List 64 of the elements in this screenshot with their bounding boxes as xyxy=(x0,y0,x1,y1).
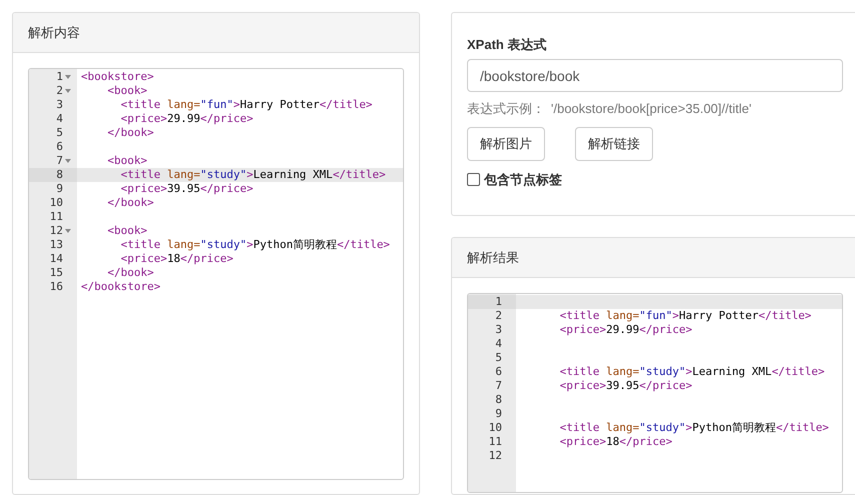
line-number: 4 xyxy=(56,112,63,126)
line-number: 7 xyxy=(495,379,502,393)
line-number: 1 xyxy=(56,70,63,84)
code-line: <title lang="fun">Harry Potter</title> xyxy=(120,98,372,111)
line-number: 6 xyxy=(56,140,63,154)
line-number: 15 xyxy=(50,266,63,280)
line-number: 4 xyxy=(495,337,502,351)
code-line: <price>39.95</price> xyxy=(558,379,692,392)
code-line: </bookstore> xyxy=(81,280,160,293)
checkbox[interactable] xyxy=(467,173,480,186)
hint-label: 表达式示例： xyxy=(467,100,545,117)
code-line: <price>39.95</price> xyxy=(120,182,254,195)
line-number: 13 xyxy=(50,238,63,252)
line-number: 5 xyxy=(495,351,502,365)
line-number: 8 xyxy=(56,168,63,182)
line-number: 11 xyxy=(488,435,502,449)
parse-button[interactable]: 解析链接 xyxy=(575,127,653,161)
fold-caret-icon[interactable] xyxy=(65,229,71,233)
code-editor[interactable] xyxy=(467,293,843,493)
code-line: <title lang="study">Python简明教程</title> xyxy=(558,421,829,434)
line-number: 3 xyxy=(56,98,63,112)
code-line: <price>18</price> xyxy=(120,252,234,265)
line-number: 9 xyxy=(495,407,502,421)
line-number: 8 xyxy=(495,393,502,407)
fold-caret-icon[interactable] xyxy=(65,75,71,79)
line-number: 7 xyxy=(56,154,63,168)
line-number: 2 xyxy=(56,84,63,98)
line-number: 14 xyxy=(50,252,63,266)
line-number: 16 xyxy=(50,280,63,294)
code-line: <title lang="study">Learning XML</title> xyxy=(120,168,386,181)
code-line: </book> xyxy=(106,196,154,209)
line-number: 5 xyxy=(56,126,63,140)
code-line: <book> xyxy=(106,154,148,167)
code-line: <title lang="fun">Harry Potter</title> xyxy=(558,309,812,322)
code-editor[interactable] xyxy=(28,68,404,480)
xpath-input[interactable]: /bookstore/book xyxy=(467,59,843,92)
line-number: 3 xyxy=(495,323,502,337)
line-number: 1 xyxy=(495,295,502,309)
fold-caret-icon[interactable] xyxy=(65,89,71,93)
line-number: 11 xyxy=(50,210,63,224)
code-line: <book> xyxy=(106,84,148,97)
panel-title: 解析结果 xyxy=(467,248,519,267)
line-number: 2 xyxy=(495,309,502,323)
panel-title: 解析内容 xyxy=(28,24,80,42)
line-number: 12 xyxy=(488,449,502,463)
line-number: 9 xyxy=(56,182,63,196)
parse-button[interactable]: 解析图片 xyxy=(467,127,545,161)
code-line: <price>18</price> xyxy=(558,435,672,448)
fold-caret-icon[interactable] xyxy=(65,159,71,163)
code-line: <title lang="study">Learning XML</title> xyxy=(558,365,825,378)
checkbox-label: 包含节点标签 xyxy=(484,171,562,189)
code-line: </book> xyxy=(106,126,154,139)
line-number: 10 xyxy=(50,196,63,210)
xpath-label: XPath 表达式 xyxy=(467,36,548,54)
code-line: <price>29.99</price> xyxy=(558,323,692,336)
code-line: <book> xyxy=(106,224,148,237)
line-number: 10 xyxy=(488,421,502,435)
code-line: <title lang="study">Python简明教程</title> xyxy=(120,238,390,251)
code-line: <bookstore> xyxy=(81,70,154,83)
hint-example: '/bookstore/book[price>35.00]//title' xyxy=(551,100,752,117)
code-line: </book> xyxy=(106,266,154,279)
code-line: <price>29.99</price> xyxy=(120,112,254,125)
line-number: 6 xyxy=(495,365,502,379)
line-number: 12 xyxy=(50,224,63,238)
